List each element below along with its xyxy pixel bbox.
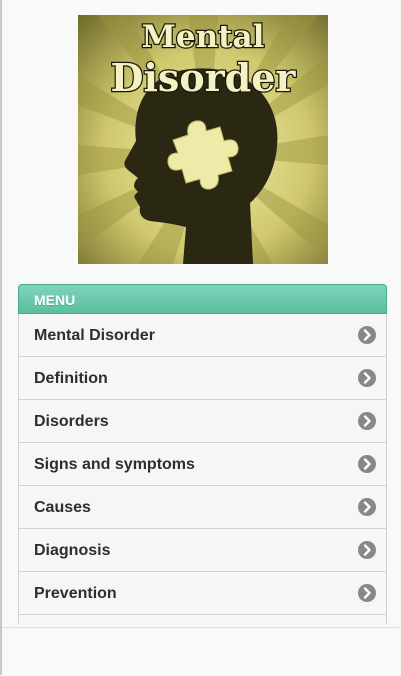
menu-list: Mental Disorder Definition Disorders Sig… [18, 314, 387, 625]
window-edge [0, 0, 2, 675]
menu-item-signs-and-symptoms[interactable]: Signs and symptoms [19, 443, 386, 486]
chevron-right-icon [358, 455, 376, 473]
menu-item-partial[interactable] [19, 615, 386, 625]
chevron-right-icon [358, 412, 376, 430]
chevron-right-icon [358, 326, 376, 344]
menu-item-label: Disorders [34, 413, 109, 430]
menu-item-label: Definition [34, 370, 108, 387]
main-menu: MENU Mental Disorder Definition Disorder… [18, 284, 387, 625]
chevron-right-icon [358, 498, 376, 516]
menu-item-causes[interactable]: Causes [19, 486, 386, 529]
menu-item-prevention[interactable]: Prevention [19, 572, 386, 615]
logo-title-line2: Disorder [111, 55, 297, 100]
logo-title-line1: Mental [142, 19, 265, 55]
bottom-ad-area [2, 627, 401, 676]
menu-item-definition[interactable]: Definition [19, 357, 386, 400]
chevron-right-icon [358, 584, 376, 602]
menu-header: MENU [18, 284, 387, 314]
menu-item-label: Signs and symptoms [34, 456, 195, 473]
menu-item-label: Diagnosis [34, 542, 111, 559]
app-logo: Mental Disorder [78, 15, 328, 264]
menu-item-label: Prevention [34, 585, 117, 602]
menu-item-label: Causes [34, 499, 91, 516]
menu-item-disorders[interactable]: Disorders [19, 400, 386, 443]
menu-item-label: Mental Disorder [34, 327, 155, 344]
menu-item-diagnosis[interactable]: Diagnosis [19, 529, 386, 572]
chevron-right-icon [358, 541, 376, 559]
chevron-right-icon [358, 369, 376, 387]
menu-item-mental-disorder[interactable]: Mental Disorder [19, 314, 386, 357]
